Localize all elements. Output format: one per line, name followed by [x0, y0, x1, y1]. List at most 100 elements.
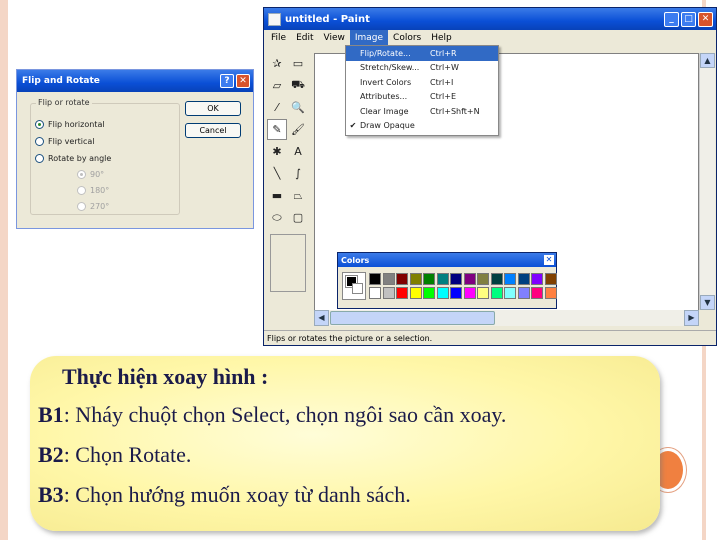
- radio-option[interactable]: Rotate by angle: [35, 154, 111, 163]
- radio-icon[interactable]: [35, 120, 44, 129]
- polygon-icon[interactable]: ⏢: [288, 185, 308, 206]
- ok-button[interactable]: OK: [185, 101, 241, 116]
- radio-icon[interactable]: [35, 154, 44, 163]
- color-palette: [369, 273, 557, 300]
- pencil-icon[interactable]: ✎: [267, 119, 287, 140]
- color-swatch[interactable]: [517, 287, 530, 299]
- image-menu-item[interactable]: Flip/Rotate... Ctrl+R: [346, 46, 498, 61]
- color-swatch[interactable]: [531, 287, 543, 299]
- color-swatch[interactable]: [423, 273, 435, 285]
- color-swatch[interactable]: [369, 287, 381, 299]
- color-swatch[interactable]: [382, 287, 395, 299]
- image-menu-item[interactable]: ✔ Draw Opaque: [346, 119, 498, 134]
- color-swatch[interactable]: [544, 287, 557, 299]
- tool-options[interactable]: [270, 234, 306, 292]
- image-menu-item[interactable]: Stretch/Skew... Ctrl+W: [346, 61, 498, 76]
- help-icon[interactable]: ?: [220, 74, 234, 88]
- free-form-select-icon[interactable]: ✰: [267, 53, 287, 74]
- menu-help[interactable]: Help: [426, 30, 457, 46]
- text-icon[interactable]: A: [288, 141, 308, 162]
- current-colors: [342, 272, 366, 300]
- menu-view[interactable]: View: [319, 30, 350, 46]
- color-swatch[interactable]: [477, 287, 489, 299]
- horizontal-scroll-thumb[interactable]: [330, 311, 495, 325]
- color-swatch[interactable]: [504, 287, 516, 299]
- color-swatch[interactable]: [382, 273, 395, 285]
- color-swatch[interactable]: [450, 273, 462, 285]
- menu-item-shortcut: Ctrl+E: [430, 92, 456, 102]
- dialog-close-icon[interactable]: ✕: [236, 74, 250, 88]
- image-menu-item[interactable]: Invert Colors Ctrl+I: [346, 75, 498, 90]
- radio-option[interactable]: Flip vertical: [35, 137, 95, 146]
- menu-item-shortcut: Ctrl+I: [430, 77, 454, 87]
- brush-icon[interactable]: 🖌: [288, 119, 308, 140]
- close-button[interactable]: ✕: [698, 11, 713, 27]
- menu-colors[interactable]: Colors: [388, 30, 426, 46]
- color-picker-icon[interactable]: ⁄: [267, 97, 287, 118]
- curve-icon[interactable]: ∫: [288, 163, 308, 184]
- fill-bucket-icon[interactable]: ⛟: [288, 75, 308, 96]
- rectangle-icon[interactable]: ▬: [267, 185, 287, 206]
- menu-file[interactable]: File: [266, 30, 291, 46]
- horizontal-scrollbar[interactable]: ◀ ▶: [314, 310, 699, 326]
- color-swatch[interactable]: [490, 287, 503, 299]
- color-swatch[interactable]: [544, 273, 557, 285]
- radio-icon[interactable]: [77, 186, 86, 195]
- radio-icon[interactable]: [77, 202, 86, 211]
- scroll-left-icon[interactable]: ◀: [314, 310, 329, 326]
- color-swatch[interactable]: [504, 273, 516, 285]
- toolbox: ✰ ▭ ▱ ⛟ ⁄ 🔍 ✎ 🖌 ✱ A ╲ ∫ ▬ ⏢ ⬭ ▢: [267, 53, 311, 323]
- select-icon[interactable]: ▭: [288, 53, 308, 74]
- color-swatch[interactable]: [463, 287, 476, 299]
- color-swatch[interactable]: [396, 273, 408, 285]
- color-swatch[interactable]: [436, 273, 449, 285]
- step-1: B1: Nháy chuột chọn Select, chọn ngôi sa…: [38, 402, 506, 428]
- flip-rotate-dialog: Flip and Rotate ? ✕ Flip or rotate Flip …: [16, 69, 254, 229]
- airbrush-icon[interactable]: ✱: [267, 141, 287, 162]
- color-swatch[interactable]: [369, 273, 381, 285]
- color-swatch[interactable]: [463, 273, 476, 285]
- radio-option[interactable]: Flip horizontal: [35, 120, 105, 129]
- image-menu-item[interactable]: Attributes... Ctrl+E: [346, 90, 498, 105]
- color-swatch[interactable]: [450, 287, 462, 299]
- ellipse-icon[interactable]: ⬭: [267, 207, 287, 228]
- color-swatch[interactable]: [409, 273, 422, 285]
- color-swatch[interactable]: [423, 287, 435, 299]
- magnifier-icon[interactable]: 🔍: [288, 97, 308, 118]
- menu-item-shortcut: Ctrl+Shft+N: [430, 106, 480, 116]
- angle-option[interactable]: 180°: [77, 186, 109, 195]
- menu-edit[interactable]: Edit: [291, 30, 318, 46]
- step-3-label: B3: [38, 482, 64, 507]
- scroll-up-icon[interactable]: ▲: [700, 53, 715, 68]
- color-swatch[interactable]: [490, 273, 503, 285]
- cancel-button[interactable]: Cancel: [185, 123, 241, 138]
- angle-label: 270°: [90, 202, 110, 211]
- color-swatch[interactable]: [409, 287, 422, 299]
- colors-close-icon[interactable]: ✕: [544, 255, 554, 265]
- scroll-right-icon[interactable]: ▶: [684, 310, 699, 326]
- color-swatch[interactable]: [531, 273, 543, 285]
- minimize-button[interactable]: _: [664, 11, 679, 27]
- angle-label: 180°: [90, 186, 110, 195]
- menu-image[interactable]: Image: [349, 30, 389, 46]
- step-3-text: : Chọn hướng muốn xoay từ danh sách.: [63, 482, 411, 507]
- instruction-heading: Thực hiện xoay hình :: [62, 364, 269, 389]
- rounded-rectangle-icon[interactable]: ▢: [288, 207, 308, 228]
- line-icon[interactable]: ╲: [267, 163, 287, 184]
- color-swatch[interactable]: [396, 287, 408, 299]
- color-swatch[interactable]: [517, 273, 530, 285]
- scroll-down-icon[interactable]: ▼: [700, 295, 715, 310]
- color-swatch[interactable]: [436, 287, 449, 299]
- menu-item-shortcut: Ctrl+W: [430, 63, 459, 73]
- color-swatch[interactable]: [477, 273, 489, 285]
- radio-icon[interactable]: [77, 170, 86, 179]
- maximize-button[interactable]: □: [681, 11, 696, 27]
- dialog-title: Flip and Rotate: [22, 76, 100, 86]
- eraser-icon[interactable]: ▱: [267, 75, 287, 96]
- image-menu-item[interactable]: Clear Image Ctrl+Shft+N: [346, 104, 498, 119]
- vertical-scrollbar[interactable]: ▲ ▼: [699, 53, 715, 310]
- angle-option[interactable]: 270°: [77, 202, 109, 211]
- radio-label: Flip horizontal: [48, 120, 105, 129]
- radio-icon[interactable]: [35, 137, 44, 146]
- angle-option[interactable]: 90°: [77, 170, 104, 179]
